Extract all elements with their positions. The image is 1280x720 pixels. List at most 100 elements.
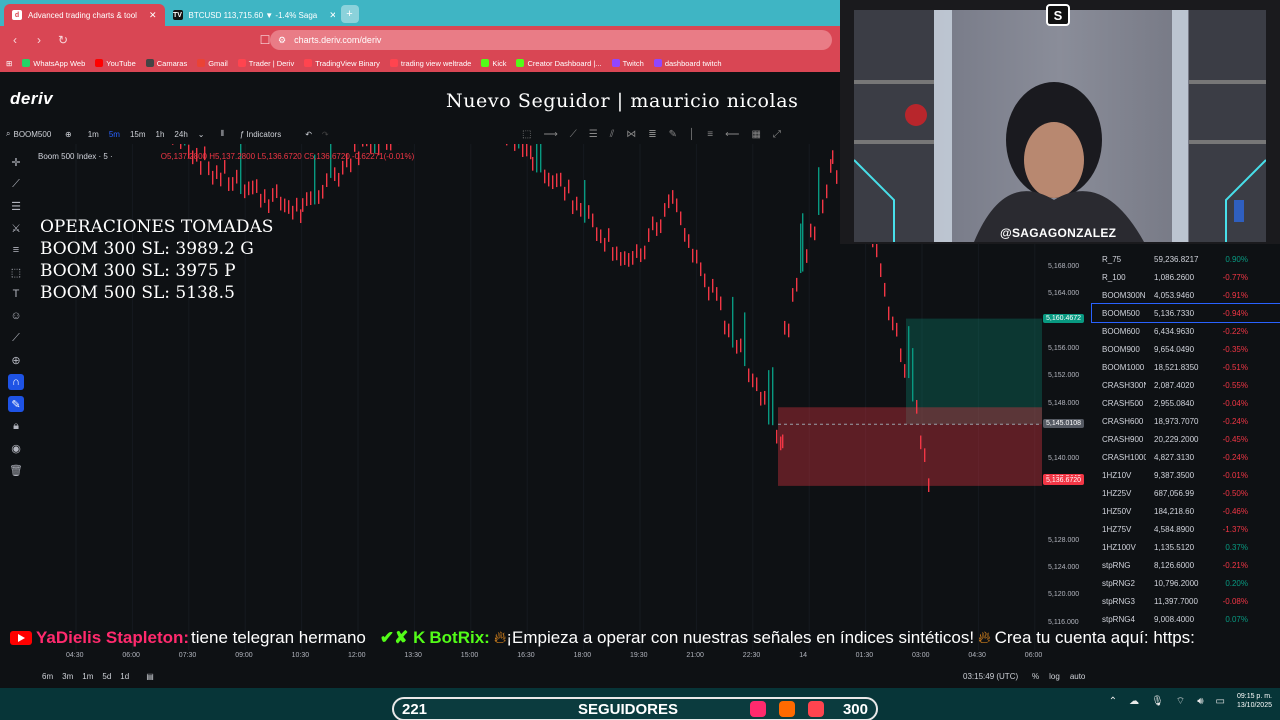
watchlist-row[interactable]: BOOM900 9,654.0490 -0.35% [1092, 340, 1280, 358]
interval-1h[interactable]: 1h [151, 130, 170, 139]
interval-1m[interactable]: 1m [83, 130, 104, 139]
chevron-up-icon[interactable]: ⌃ [1109, 696, 1117, 707]
bookmark-icon[interactable]: ☐ [258, 33, 272, 47]
utc-clock[interactable]: 03:15:49 (UTC) [963, 672, 1018, 681]
watchlist-row[interactable]: 1HZ50V 184,218.60 -0.46% [1092, 502, 1280, 520]
time-scale[interactable]: 04:30 06:00 07:30 09:00 10:30 12:00 13:30 15:00… [32, 650, 1092, 664]
horizontal-lines-icon[interactable]: ☰ [8, 198, 24, 214]
bookmark-whatsapp[interactable]: WhatsApp Web [22, 59, 85, 68]
watchlist-row[interactable]: BOOM600 6,434.9630 -0.22% [1092, 322, 1280, 340]
parallel-icon[interactable]: ≡ [707, 129, 713, 140]
watchlist-row[interactable]: 1HZ25V 687,056.99 -0.50% [1092, 484, 1280, 502]
tab-tradingview[interactable]: TV BTCUSD 113,715.60 ▼ -1.4% Saga ✕ [165, 4, 335, 26]
text-tool-icon[interactable]: T [8, 286, 24, 302]
ray-icon[interactable]: ⟵ [725, 129, 739, 140]
watchlist-row[interactable]: 1HZ100V 1,135.5120 0.37% [1092, 538, 1280, 556]
chart-type-icon[interactable]: ⫴ [215, 129, 228, 139]
ruler-icon[interactable]: ⤢ [773, 129, 781, 140]
watchlist-row[interactable]: 1HZ10V 9,387.3500 -0.01% [1092, 466, 1280, 484]
back-icon[interactable]: ‹ [8, 33, 22, 47]
range-5d[interactable]: 5d [102, 672, 111, 681]
interval-15m[interactable]: 15m [125, 130, 151, 139]
site-info-icon[interactable]: ⚙ [278, 35, 286, 46]
interval-24h[interactable]: 24h [169, 130, 192, 139]
url-field[interactable]: ⚙ charts.deriv.com/deriv [270, 30, 832, 50]
range-6m[interactable]: 6m [42, 672, 53, 681]
reload-icon[interactable]: ↻ [56, 33, 70, 47]
system-clock[interactable]: 09:15 p. m. 13/10/2025 [1237, 692, 1272, 710]
watchlist-row[interactable]: CRASH300N 2,087.4020 -0.55% [1092, 376, 1280, 394]
measure-icon[interactable]: ⟋ [8, 330, 24, 346]
fib-icon[interactable]: ☰ [589, 129, 598, 140]
watchlist-row[interactable]: R_75 59,236.8217 0.90% [1092, 250, 1280, 268]
watchlist-row[interactable]: R_100 1,086.2600 -0.77% [1092, 268, 1280, 286]
undo-icon[interactable]: ↶ [300, 130, 317, 139]
channel-icon[interactable]: ⫽ [610, 129, 614, 140]
cloud-icon[interactable]: ☁ [1129, 696, 1139, 707]
bookmark-kick[interactable]: Kick [481, 59, 506, 68]
range-1d[interactable]: 1d [120, 672, 129, 681]
range-1m[interactable]: 1m [82, 672, 93, 681]
watchlist-row[interactable]: CRASH1000 4,827.3130 -0.24% [1092, 448, 1280, 466]
zoom-icon[interactable]: ⊕ [8, 352, 24, 368]
trendline-tool-icon[interactable]: ⟋ [8, 176, 24, 192]
apps-grid-icon[interactable]: ⊞ [6, 59, 12, 68]
grid-icon[interactable]: ▦ [751, 129, 760, 140]
magnet-icon[interactable]: ∩ [8, 374, 24, 390]
crosshair-icon[interactable]: ✛ [8, 154, 24, 170]
gann-icon[interactable]: ≣ [648, 129, 656, 140]
watchlist-row[interactable]: stpRNG3 11,397.7000 -0.08% [1092, 592, 1280, 610]
vertical-line-icon[interactable]: │ [689, 129, 695, 140]
auto-toggle[interactable]: auto [1070, 672, 1086, 681]
bookmark-creator[interactable]: Creator Dashboard |... [516, 59, 602, 68]
rectangle-tool-icon[interactable]: ⬚ [522, 129, 531, 140]
chevron-down-icon[interactable]: ⌄ [193, 130, 210, 139]
bookmark-camaras[interactable]: Camaras [145, 59, 187, 68]
range-3m[interactable]: 3m [62, 672, 73, 681]
bookmark-tv-binary[interactable]: TradingView Binary [304, 59, 380, 68]
interval-5m[interactable]: 5m [104, 130, 125, 139]
watchlist-row[interactable]: BOOM1000 18,521.8350 -0.51% [1092, 358, 1280, 376]
watchlist-row[interactable]: CRASH600 18,973.7070 -0.24% [1092, 412, 1280, 430]
trendline-icon[interactable]: ⟋ [570, 129, 577, 140]
watchlist-row[interactable]: CRASH900 20,229.2000 -0.45% [1092, 430, 1280, 448]
shape-tool-icon[interactable]: ⬚ [8, 264, 24, 280]
bookmark-twitch-dashboard[interactable]: dashboard twitch [653, 59, 722, 68]
horizontal-ray-icon[interactable]: ⟶ [543, 129, 557, 140]
bookmark-tv-weltrade[interactable]: trading view weltrade [389, 59, 471, 68]
watchlist-row[interactable]: CRASH500 2,955.0840 -0.04% [1092, 394, 1280, 412]
trash-icon[interactable]: 🗑︎ [8, 462, 24, 478]
wifi-icon[interactable]: ⌔ [1176, 695, 1185, 708]
tab-deriv[interactable]: d Advanced trading charts & tool ✕ [4, 4, 165, 26]
watchlist-row[interactable]: stpRNG2 10,796.2000 0.20% [1092, 574, 1280, 592]
microphone-icon[interactable]: 🎙︎ [1151, 696, 1164, 707]
bookmark-youtube[interactable]: YouTube [95, 59, 136, 68]
redo-icon[interactable]: ↷ [317, 130, 334, 139]
forward-icon[interactable]: › [32, 33, 46, 47]
close-tab-icon[interactable]: ✕ [329, 10, 334, 21]
bookmark-gmail[interactable]: Gmail [197, 59, 228, 68]
draw-mode-icon[interactable]: ✎ [8, 396, 24, 412]
lock-icon[interactable]: 🔒︎ [8, 418, 24, 434]
speaker-icon[interactable]: 🔊︎ [1197, 696, 1203, 707]
eye-icon[interactable]: ◉ [8, 440, 24, 456]
watchlist-row[interactable]: BOOM500 5,136.7330 -0.94% [1091, 303, 1280, 323]
pitchfork-icon[interactable]: ⚔ [8, 220, 24, 236]
bookmark-deriv[interactable]: Trader | Deriv [237, 59, 294, 68]
brush-icon[interactable]: ✎ [669, 129, 677, 140]
new-tab-button[interactable]: + [340, 5, 359, 23]
calendar-icon[interactable]: ▤ [146, 672, 154, 681]
watchlist-row[interactable]: BOOM300N 4,053.9460 -0.91% [1092, 286, 1280, 304]
fib-tool-icon[interactable]: ≡ [8, 242, 24, 258]
watchlist-row[interactable]: 1HZ75V 4,584.8900 -1.37% [1092, 520, 1280, 538]
close-tab-icon[interactable]: ✕ [149, 10, 157, 21]
deriv-logo[interactable]: deriv [10, 89, 53, 109]
bookmark-twitch[interactable]: Twitch [611, 59, 644, 68]
percent-toggle[interactable]: % [1032, 672, 1039, 681]
log-toggle[interactable]: log [1049, 672, 1060, 681]
watchlist-row[interactable]: stpRNG 8,126.6000 -0.21% [1092, 556, 1280, 574]
emoji-tool-icon[interactable]: ☺ [8, 308, 24, 324]
indicators-button[interactable]: ƒ Indicators [235, 130, 286, 139]
symbol-search[interactable]: ⌕ BOOM500 [0, 129, 60, 139]
pattern-icon[interactable]: ⋈ [626, 129, 636, 140]
